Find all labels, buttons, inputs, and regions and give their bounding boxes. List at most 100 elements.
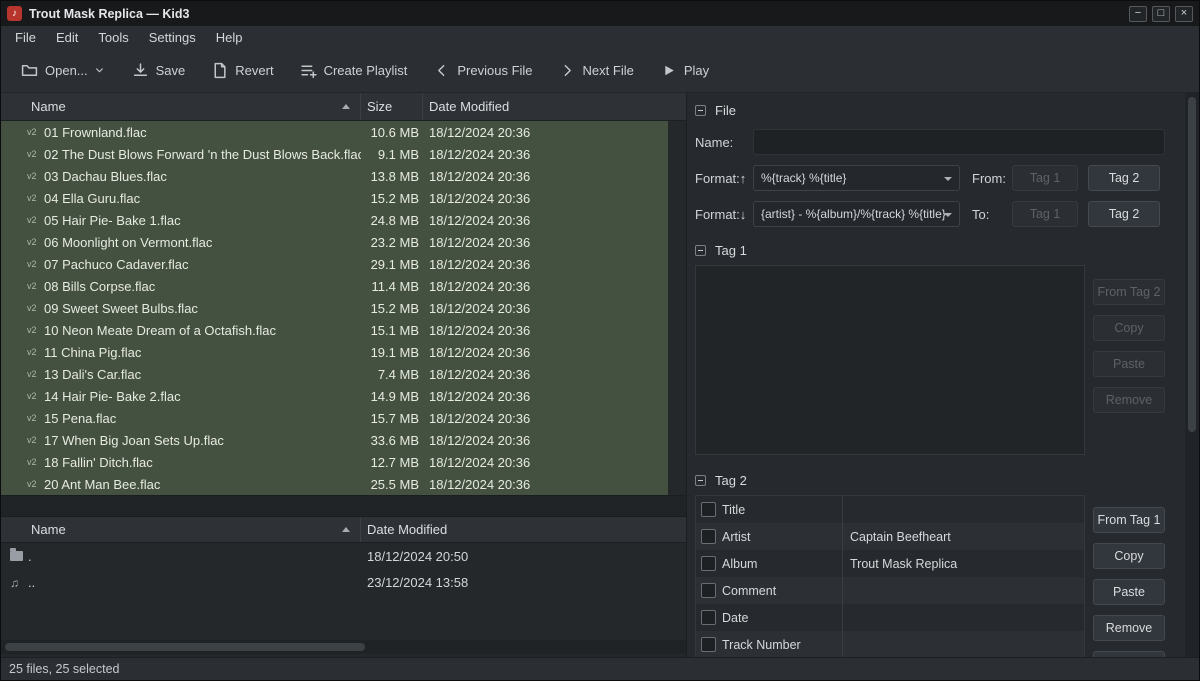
revert-icon (211, 62, 228, 79)
copy-button[interactable]: Copy (1093, 315, 1165, 341)
panel-splitter[interactable] (1, 495, 686, 517)
format-from-label: Format:↑ (695, 171, 753, 186)
field-checkbox[interactable] (701, 502, 716, 517)
tag-version-icon: v2 (27, 457, 44, 467)
minimize-button[interactable]: − (1129, 6, 1147, 22)
file-row[interactable]: v208 Bills Corpse.flac11.4 MB18/12/2024 … (1, 275, 668, 297)
play-button[interactable]: Play (652, 55, 717, 86)
tag2-row-date[interactable]: Date (696, 604, 1084, 631)
open-dropdown-chevron-icon[interactable] (93, 64, 106, 77)
tag2-row-comment[interactable]: Comment (696, 577, 1084, 604)
collapse-toggle-icon[interactable] (695, 105, 706, 116)
file-row[interactable]: v206 Moonlight on Vermont.flac23.2 MB18/… (1, 231, 668, 253)
field-checkbox[interactable] (701, 583, 716, 598)
vertical-scrollbar[interactable] (1185, 93, 1199, 657)
revert-button[interactable]: Revert (203, 55, 281, 86)
file-row[interactable]: v202 The Dust Blows Forward 'n the Dust … (1, 143, 668, 165)
scrollbar-thumb[interactable] (5, 643, 365, 651)
file-row[interactable]: v207 Pachuco Cadaver.flac29.1 MB18/12/20… (1, 253, 668, 275)
copy-button[interactable]: Copy (1093, 543, 1165, 569)
file-row[interactable]: v214 Hair Pie- Bake 2.flac14.9 MB18/12/2… (1, 385, 668, 407)
next-file-button[interactable]: Next File (551, 55, 642, 86)
menu-item-tools[interactable]: Tools (88, 28, 138, 47)
app-window: ♪ Trout Mask Replica — Kid3 − □ × FileEd… (0, 0, 1200, 681)
tag2-section-title: Tag 2 (715, 473, 747, 488)
from-tag-2-button[interactable]: From Tag 2 (1093, 279, 1165, 305)
file-row[interactable]: v218 Fallin' Ditch.flac12.7 MB18/12/2024… (1, 451, 668, 473)
menu-item-edit[interactable]: Edit (46, 28, 88, 47)
collapse-toggle-icon[interactable] (695, 245, 706, 256)
maximize-button[interactable]: □ (1152, 6, 1170, 22)
paste-button[interactable]: Paste (1093, 351, 1165, 377)
filename-format-to-combo[interactable]: {artist} - %{album}/%{track} %{title} (753, 201, 960, 227)
file-row[interactable]: v210 Neon Meate Dream of a Octafish.flac… (1, 319, 668, 341)
file-date: 18/12/2024 20:36 (419, 191, 530, 206)
open-button[interactable]: Open... (13, 55, 114, 86)
filename-input[interactable] (753, 129, 1165, 155)
horizontal-scrollbar[interactable] (1, 640, 686, 654)
file-header-date[interactable]: Date Modified (423, 93, 686, 120)
field-value[interactable] (842, 604, 1084, 631)
remove-button[interactable]: Remove (1093, 387, 1165, 413)
paste-button[interactable]: Paste (1093, 579, 1165, 605)
scrollbar-thumb[interactable] (1188, 97, 1196, 432)
tag2-row-title[interactable]: Title (696, 496, 1084, 523)
from-tag1-button[interactable]: Tag 1 (1012, 165, 1078, 191)
to-tag1-button[interactable]: Tag 1 (1012, 201, 1078, 227)
file-date: 18/12/2024 20:36 (419, 389, 530, 404)
file-row[interactable]: v201 Frownland.flac10.6 MB18/12/2024 20:… (1, 121, 668, 143)
file-row[interactable]: v220 Ant Man Bee.flac25.5 MB18/12/2024 2… (1, 473, 668, 495)
edit-button[interactable]: Edit... (1093, 651, 1165, 657)
close-button[interactable]: × (1175, 6, 1193, 22)
from-tag-1-button[interactable]: From Tag 1 (1093, 507, 1165, 533)
previous-file-button[interactable]: Previous File (425, 55, 540, 86)
tag2-row-track-number[interactable]: Track Number (696, 631, 1084, 657)
field-value[interactable]: Captain Beefheart (842, 523, 1084, 550)
remove-button[interactable]: Remove (1093, 615, 1165, 641)
menu-item-file[interactable]: File (5, 28, 46, 47)
file-row[interactable]: v204 Ella Guru.flac15.2 MB18/12/2024 20:… (1, 187, 668, 209)
file-row[interactable]: v215 Pena.flac15.7 MB18/12/2024 20:36 (1, 407, 668, 429)
file-row[interactable]: v203 Dachau Blues.flac13.8 MB18/12/2024 … (1, 165, 668, 187)
field-checkbox[interactable] (701, 610, 716, 625)
file-size: 15.2 MB (361, 191, 419, 206)
dir-row[interactable]: ..23/12/2024 13:58 (1, 569, 686, 595)
sort-ascending-icon (342, 104, 350, 109)
file-size: 33.6 MB (361, 433, 419, 448)
create-playlist-button[interactable]: Create Playlist (292, 55, 416, 86)
file-date: 18/12/2024 20:36 (419, 125, 530, 140)
file-row[interactable]: v217 When Big Joan Sets Up.flac33.6 MB18… (1, 429, 668, 451)
tag-panel: File Name: Format:↑ %{track} %{title} Fr… (687, 93, 1185, 657)
file-header-name[interactable]: Name (1, 93, 361, 120)
field-label: Title (722, 503, 842, 517)
menu-item-help[interactable]: Help (206, 28, 253, 47)
file-row[interactable]: v209 Sweet Sweet Bulbs.flac15.2 MB18/12/… (1, 297, 668, 319)
field-value[interactable] (842, 631, 1084, 657)
file-name: 03 Dachau Blues.flac (44, 169, 361, 184)
file-header-size[interactable]: Size (361, 93, 423, 120)
field-value[interactable] (842, 496, 1084, 523)
field-checkbox[interactable] (701, 529, 716, 544)
from-tag2-button[interactable]: Tag 2 (1088, 165, 1160, 191)
dir-header-name[interactable]: Name (1, 517, 361, 542)
file-row[interactable]: v213 Dali's Car.flac7.4 MB18/12/2024 20:… (1, 363, 668, 385)
file-section-header[interactable]: File (695, 101, 1165, 119)
file-row[interactable]: v211 China Pig.flac19.1 MB18/12/2024 20:… (1, 341, 668, 363)
field-value[interactable]: Trout Mask Replica (842, 550, 1084, 577)
field-checkbox[interactable] (701, 556, 716, 571)
tag2-row-artist[interactable]: ArtistCaptain Beefheart (696, 523, 1084, 550)
menu-item-settings[interactable]: Settings (139, 28, 206, 47)
file-row[interactable]: v205 Hair Pie- Bake 1.flac24.8 MB18/12/2… (1, 209, 668, 231)
save-button[interactable]: Save (124, 55, 194, 86)
field-checkbox[interactable] (701, 637, 716, 652)
tag-version-icon: v2 (27, 127, 44, 137)
filename-format-from-combo[interactable]: %{track} %{title} (753, 165, 960, 191)
collapse-toggle-icon[interactable] (695, 475, 706, 486)
tag2-row-album[interactable]: AlbumTrout Mask Replica (696, 550, 1084, 577)
field-value[interactable] (842, 577, 1084, 604)
tag1-section-header[interactable]: Tag 1 (695, 241, 1165, 259)
dir-row[interactable]: .18/12/2024 20:50 (1, 543, 686, 569)
to-tag2-button[interactable]: Tag 2 (1088, 201, 1160, 227)
dir-header-date[interactable]: Date Modified (361, 517, 686, 542)
tag2-section-header[interactable]: Tag 2 (695, 471, 1165, 489)
